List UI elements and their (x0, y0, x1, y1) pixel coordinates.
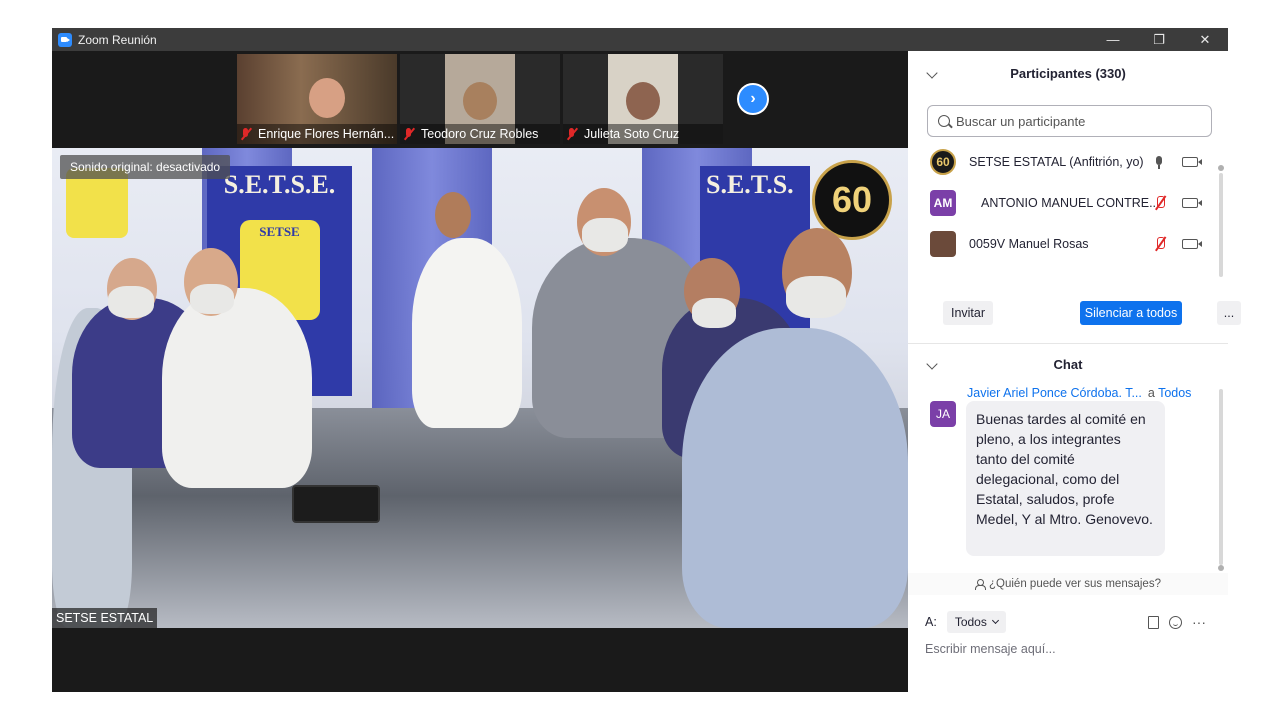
participants-scrollbar[interactable] (1218, 165, 1224, 283)
speaker-person (412, 238, 522, 428)
chat-message-input[interactable] (925, 639, 1215, 659)
participant-name: ANTONIO MANUEL CONTRE... (981, 196, 1160, 210)
video-camera-icon[interactable] (1182, 157, 1202, 167)
emoji-icon[interactable] (1169, 615, 1182, 629)
chat-scrollbar[interactable] (1218, 389, 1224, 573)
participants-title: Participantes (330) (1010, 65, 1126, 81)
video-area: Enrique Flores Hernán... Teodoro Cruz Ro… (52, 51, 908, 692)
thumbnail-video-2[interactable]: Teodoro Cruz Robles (400, 54, 560, 144)
emblem-text: SETSE (259, 224, 300, 239)
participant-face (626, 82, 660, 120)
face-mask (582, 218, 628, 252)
who-can-see-messages[interactable]: ¿Quién puede ver sus mensajes? (908, 573, 1228, 595)
to-label: A: (925, 615, 937, 629)
chevron-down-icon (991, 616, 999, 625)
speaker-head (435, 192, 471, 238)
window-controls: — ❐ ✕ (1090, 28, 1228, 51)
search-placeholder: Buscar un participante (956, 113, 1086, 129)
chat-sender[interactable]: Javier Ariel Ponce Córdoba. T... (967, 386, 1142, 400)
zoom-logo-icon (58, 32, 72, 47)
thumbnail-name: Teodoro Cruz Robles (421, 127, 539, 141)
recipient-select-value: Todos (954, 615, 987, 629)
participant-name: 0059V Manuel Rosas (969, 237, 1089, 251)
thumbnail-label: Julieta Soto Cruz (563, 124, 723, 144)
chat-message-header: Javier Ariel Ponce Córdoba. T... a Todos (967, 386, 1191, 400)
collapse-chevron-icon[interactable] (926, 67, 938, 79)
avatar (930, 231, 956, 257)
scroll-dot (1218, 165, 1224, 171)
scroll-dot (1218, 565, 1224, 571)
active-speaker-video[interactable]: S.E.T.S.E. SETSE S.E.T.S. 60 Sonido orig… (52, 148, 908, 628)
chat-header: Chat (908, 347, 1228, 381)
participant-row[interactable]: AM ANTONIO MANUEL CONTRE... (908, 187, 1218, 219)
chat-to-prefix: a (1147, 386, 1155, 400)
chat-avatar: JA (930, 401, 956, 427)
mute-all-button[interactable]: Silenciar a todos (1080, 301, 1182, 325)
thumbnail-video-1[interactable]: Enrique Flores Hernán... (237, 54, 397, 144)
phone-on-table (292, 485, 380, 523)
participant-face (309, 78, 345, 118)
avatar: AM (930, 190, 956, 216)
window-title: Zoom Reunión (78, 32, 157, 47)
chat-tools: ··· (1148, 611, 1206, 633)
face-mask (786, 276, 846, 318)
participant-search[interactable]: Buscar un participante (927, 105, 1212, 137)
side-panel: Participantes (330) Buscar un participan… (908, 51, 1241, 692)
microphone-icon[interactable] (1155, 155, 1163, 169)
mic-muted-icon (239, 127, 253, 141)
person-icon (975, 579, 987, 590)
collapse-chevron-icon[interactable] (926, 358, 938, 370)
banner-text: S.E.T.S. (706, 170, 794, 199)
person-white-shirt (162, 288, 312, 488)
thumbnail-label: Teodoro Cruz Robles (400, 124, 560, 144)
chat-recipient[interactable]: Todos (1158, 386, 1191, 400)
mic-muted-icon[interactable] (1152, 195, 1168, 211)
video-camera-icon[interactable] (1182, 239, 1202, 249)
person-blue-shirt (682, 328, 908, 628)
face-mask (692, 298, 736, 328)
file-icon[interactable] (1148, 615, 1159, 629)
title-bar: Zoom Reunión — ❐ ✕ (52, 28, 1228, 51)
original-sound-status: Sonido original: desactivado (60, 155, 231, 179)
thumbnail-video-3[interactable]: Julieta Soto Cruz (563, 54, 723, 144)
chat-title: Chat (1053, 356, 1083, 372)
face-mask (190, 284, 234, 314)
participant-actions: Invitar Silenciar a todos ... (908, 301, 1241, 325)
participant-row[interactable]: 0059V Manuel Rosas (908, 228, 1218, 260)
thumbnail-strip: Enrique Flores Hernán... Teodoro Cruz Ro… (52, 51, 908, 147)
divider (908, 343, 1228, 344)
participants-header: Participantes (330) (908, 51, 1228, 95)
close-button[interactable]: ✕ (1182, 28, 1228, 51)
mic-muted-icon (565, 127, 579, 141)
minimize-button[interactable]: — (1090, 28, 1136, 51)
avatar: 60 (930, 149, 956, 175)
participant-name: SETSE ESTATAL (Anfitrión, yo) (969, 155, 1144, 169)
more-button[interactable]: ... (1217, 301, 1241, 325)
scroll-thumb[interactable] (1219, 389, 1223, 565)
recipient-select[interactable]: Todos (946, 611, 1006, 633)
zoom-window: Zoom Reunión — ❐ ✕ Enrique Flores Hernán… (52, 28, 1241, 692)
mic-muted-icon[interactable] (1152, 236, 1168, 252)
face-mask (108, 286, 154, 318)
search-icon (938, 115, 950, 127)
more-options-icon[interactable]: ··· (1192, 614, 1206, 630)
video-camera-icon[interactable] (1182, 198, 1202, 208)
thumbnail-label: Enrique Flores Hernán... (237, 124, 397, 144)
mic-muted-icon (402, 127, 416, 141)
chat-message-bubble: Buenas tardes al comité en pleno, a los … (966, 401, 1165, 556)
thumbnail-name: Julieta Soto Cruz (584, 127, 680, 141)
next-page-button[interactable]: › (737, 83, 769, 115)
invite-button[interactable]: Invitar (943, 301, 993, 325)
who-sees-text: ¿Quién puede ver sus mensajes? (989, 578, 1161, 590)
scroll-thumb[interactable] (1219, 173, 1223, 277)
participant-face (463, 82, 497, 120)
maximize-button[interactable]: ❐ (1136, 28, 1182, 51)
participant-row[interactable]: 60 SETSE ESTATAL (Anfitrión, yo) (908, 146, 1218, 178)
speaker-name-tag: SETSE ESTATAL (52, 608, 158, 628)
thumbnail-name: Enrique Flores Hernán... (258, 127, 395, 141)
